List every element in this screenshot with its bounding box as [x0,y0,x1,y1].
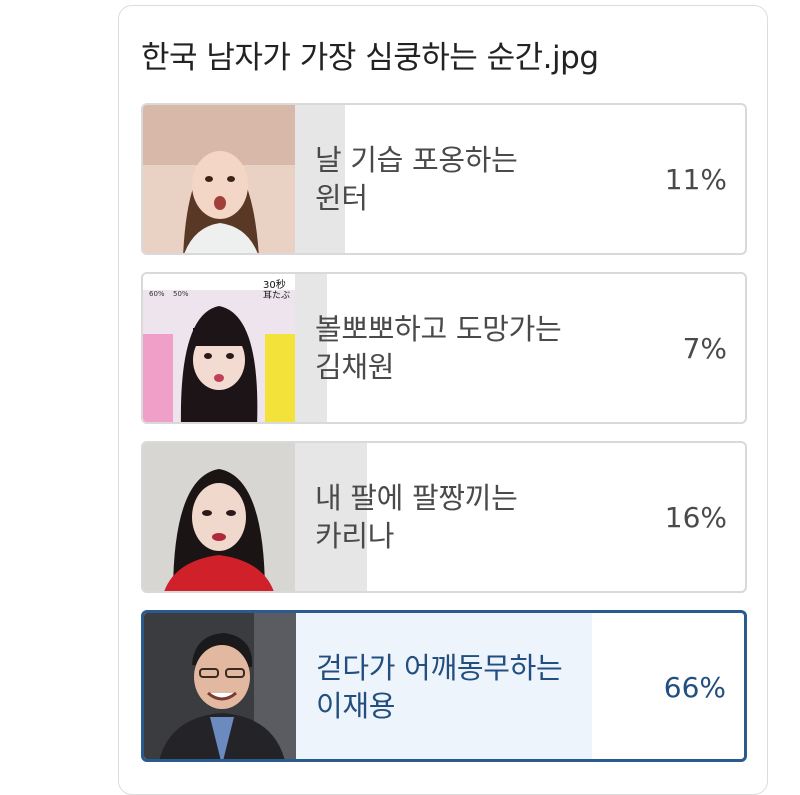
option-percent: 16% [664,501,727,534]
poll-option-winter[interactable]: 날 기습 포옹하는 윈터 11% [141,103,747,255]
option-thumbnail [143,443,295,591]
thumbnail-caption: 50% [173,290,189,298]
option-percent: 11% [664,163,727,196]
option-thumbnail: 30秒 耳たぶ 60% 50% [143,274,295,422]
poll-option-leejaeyong[interactable]: 걷다가 어깨동무하는 이재용 66% [141,610,747,762]
poll-title: 한국 남자가 가장 심쿵하는 순간.jpg [141,40,599,76]
option-label: 내 팔에 팔짱끼는 카리나 [315,481,518,553]
option-label: 볼뽀뽀하고 도망가는 김채원 [315,312,562,384]
option-thumbnail [144,613,296,759]
option-label: 걷다가 어깨동무하는 이재용 [316,651,563,723]
option-percent: 66% [663,671,726,704]
thumbnail-caption: 60% [149,290,165,298]
poll-option-kimchaewon[interactable]: 30秒 耳たぶ 60% 50% 볼뽀뽀하고 도망가는 김채원 7% [141,272,747,424]
thumbnail-caption: 耳たぶ [263,291,291,301]
option-percent: 7% [682,332,727,365]
poll-card: 한국 남자가 가장 심쿵하는 순간.jpg 날 기습 포옹하는 윈터 11% 3… [118,5,768,795]
poll-option-karina[interactable]: 내 팔에 팔짱끼는 카리나 16% [141,441,747,593]
option-thumbnail [143,105,295,253]
option-label: 날 기습 포옹하는 윈터 [315,143,518,215]
